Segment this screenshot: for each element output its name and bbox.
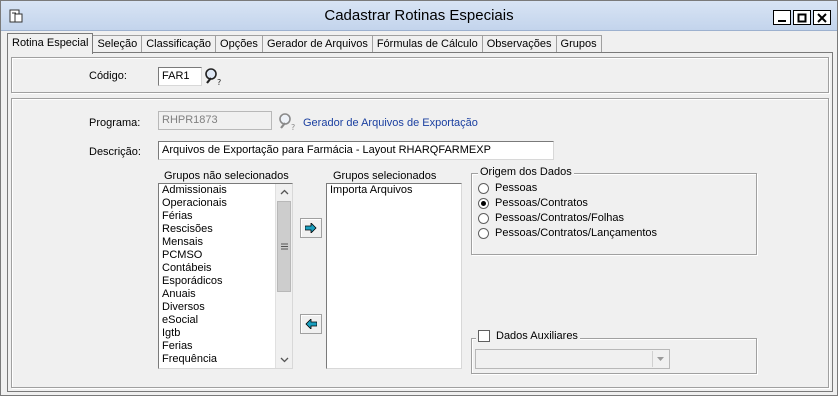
codigo-group: [11, 57, 829, 93]
origem-dos-dados-legend: Origem dos Dados: [478, 166, 574, 178]
grupos-nao-selecionados-list-item[interactable]: Diversos: [159, 301, 292, 314]
descricao-input[interactable]: Arquivos de Exportação para Farmácia - L…: [158, 141, 554, 160]
dados-auxiliares-label: Dados Auxiliares: [496, 330, 578, 342]
grupos-nao-selecionados-list-item[interactable]: Operacionais: [159, 197, 292, 210]
dados-auxiliares-dropdown-button[interactable]: [652, 351, 668, 367]
svg-text:?: ?: [291, 123, 295, 131]
grupos-nao-selecionados-list[interactable]: Admissionais Operacionais Férias Rescisões M…: [158, 183, 293, 369]
arrow-right-icon: [305, 223, 317, 233]
programa-input: RHPR1873: [158, 111, 272, 130]
grupos-nao-selecionados-list-item[interactable]: Mensais: [159, 236, 292, 249]
grupos-nao-selecionados-items: Admissionais Operacionais Férias Rescisões M…: [159, 184, 292, 366]
tab-rotina-especial[interactable]: Rotina Especial: [7, 33, 94, 54]
grupos-nao-selecionados-list-item[interactable]: Ferias: [159, 340, 292, 353]
grupos-nao-selecionados-list-item[interactable]: Admissionais: [159, 184, 292, 197]
grupos-selecionados-list[interactable]: Importa Arquivos: [326, 183, 462, 369]
maximize-icon: [797, 13, 807, 22]
grupos-selecionados-items: Importa Arquivos: [327, 184, 461, 197]
radio-button[interactable]: [478, 227, 489, 239]
tab-opcoes[interactable]: Opções: [215, 35, 263, 53]
codigo-input[interactable]: FAR1: [158, 67, 202, 86]
grupos-selecionados-label: Grupos selecionados: [333, 170, 437, 182]
programa-lookup-icon[interactable]: ?: [277, 111, 297, 131]
scroll-thumb[interactable]: [277, 201, 291, 292]
radio-pessoas-contratos-label: Pessoas/Contratos: [495, 197, 588, 209]
grip-icon: [280, 243, 288, 250]
dados-auxiliares-select[interactable]: [475, 349, 670, 369]
tab-observacoes[interactable]: Observações: [481, 35, 557, 53]
grupos-nao-selecionados-list-item[interactable]: Esporádicos: [159, 275, 292, 288]
grupos-nao-selecionados-list-item[interactable]: Contábeis: [159, 262, 292, 275]
grupos-nao-selecionados-list-item[interactable]: Frequência: [159, 353, 292, 366]
descricao-label: Descrição:: [89, 146, 141, 158]
maximize-button[interactable]: [793, 10, 811, 25]
chevron-down-icon: [657, 357, 664, 361]
grupos-selecionados-list-item[interactable]: Importa Arquivos: [327, 184, 461, 197]
radio-pessoas-contratos-lancamentos-label: Pessoas/Contratos/Lançamentos: [495, 227, 658, 239]
grupos-nao-selecionados-scrollbar[interactable]: [275, 184, 292, 368]
radio-pessoas-contratos-folhas[interactable]: Pessoas/Contratos/Folhas: [478, 211, 624, 225]
chevron-up-icon: [280, 189, 288, 195]
window-title: Cadastrar Rotinas Especiais: [324, 7, 514, 24]
grupos-nao-selecionados-list-item[interactable]: Rescisões: [159, 223, 292, 236]
title-bar: Cadastrar Rotinas Especiais: [1, 1, 837, 31]
grupos-nao-selecionados-list-item[interactable]: Anuais: [159, 288, 292, 301]
arrow-left-icon: [305, 319, 317, 329]
dados-auxiliares-checkbox[interactable]: [478, 330, 490, 342]
radio-pessoas[interactable]: Pessoas: [478, 181, 537, 195]
chevron-down-icon: [280, 357, 288, 363]
codigo-label: Código:: [89, 70, 127, 82]
close-icon: [817, 12, 827, 23]
close-button[interactable]: [813, 10, 831, 25]
tab-panel: Código: FAR1 ? Programa: RHPR1873 ? Gera…: [7, 52, 833, 392]
tab-strip: Rotina Especial Seleção Classificação Op…: [7, 33, 602, 54]
minimize-icon: [778, 19, 786, 22]
radio-pessoas-label: Pessoas: [495, 182, 538, 194]
grupos-nao-selecionados-label: Grupos não selecionados: [164, 170, 289, 182]
radio-pessoas-contratos-lancamentos[interactable]: Pessoas/Contratos/Lançamentos: [478, 226, 657, 240]
grupos-nao-selecionados-list-item[interactable]: PCMSO: [159, 249, 292, 262]
grupos-nao-selecionados-list-item[interactable]: Igtb: [159, 327, 292, 340]
grupos-nao-selecionados-list-item[interactable]: eSocial: [159, 314, 292, 327]
dados-auxiliares-toggle[interactable]: Dados Auxiliares: [476, 330, 580, 342]
scroll-up-button[interactable]: [276, 184, 292, 200]
tab-selecao[interactable]: Seleção: [92, 35, 143, 53]
radio-button[interactable]: [478, 212, 489, 224]
radio-pessoas-contratos[interactable]: Pessoas/Contratos: [478, 196, 588, 210]
tab-formulas-de-calculo[interactable]: Fórmulas de Cálculo: [371, 35, 483, 53]
radio-button[interactable]: [478, 182, 489, 194]
radio-pessoas-contratos-folhas-label: Pessoas/Contratos/Folhas: [495, 212, 625, 224]
tab-classificacao[interactable]: Classificação: [141, 35, 217, 53]
move-right-button[interactable]: [300, 218, 322, 238]
svg-text:?: ?: [217, 78, 221, 86]
main-window: Cadastrar Rotinas Especiais Rotina Espec…: [0, 0, 838, 396]
move-left-button[interactable]: [300, 314, 322, 334]
codigo-lookup-icon[interactable]: ?: [203, 66, 223, 86]
tab-grupos[interactable]: Grupos: [555, 35, 602, 53]
scroll-down-button[interactable]: [276, 352, 292, 368]
minimize-button[interactable]: [773, 10, 791, 25]
grupos-nao-selecionados-list-item[interactable]: Férias: [159, 210, 292, 223]
tab-gerador-de-arquivos[interactable]: Gerador de Arquivos: [261, 35, 373, 53]
programa-description: Gerador de Arquivos de Exportação: [303, 117, 478, 129]
radio-button-selected[interactable]: [478, 197, 489, 209]
programa-label: Programa:: [89, 117, 141, 129]
